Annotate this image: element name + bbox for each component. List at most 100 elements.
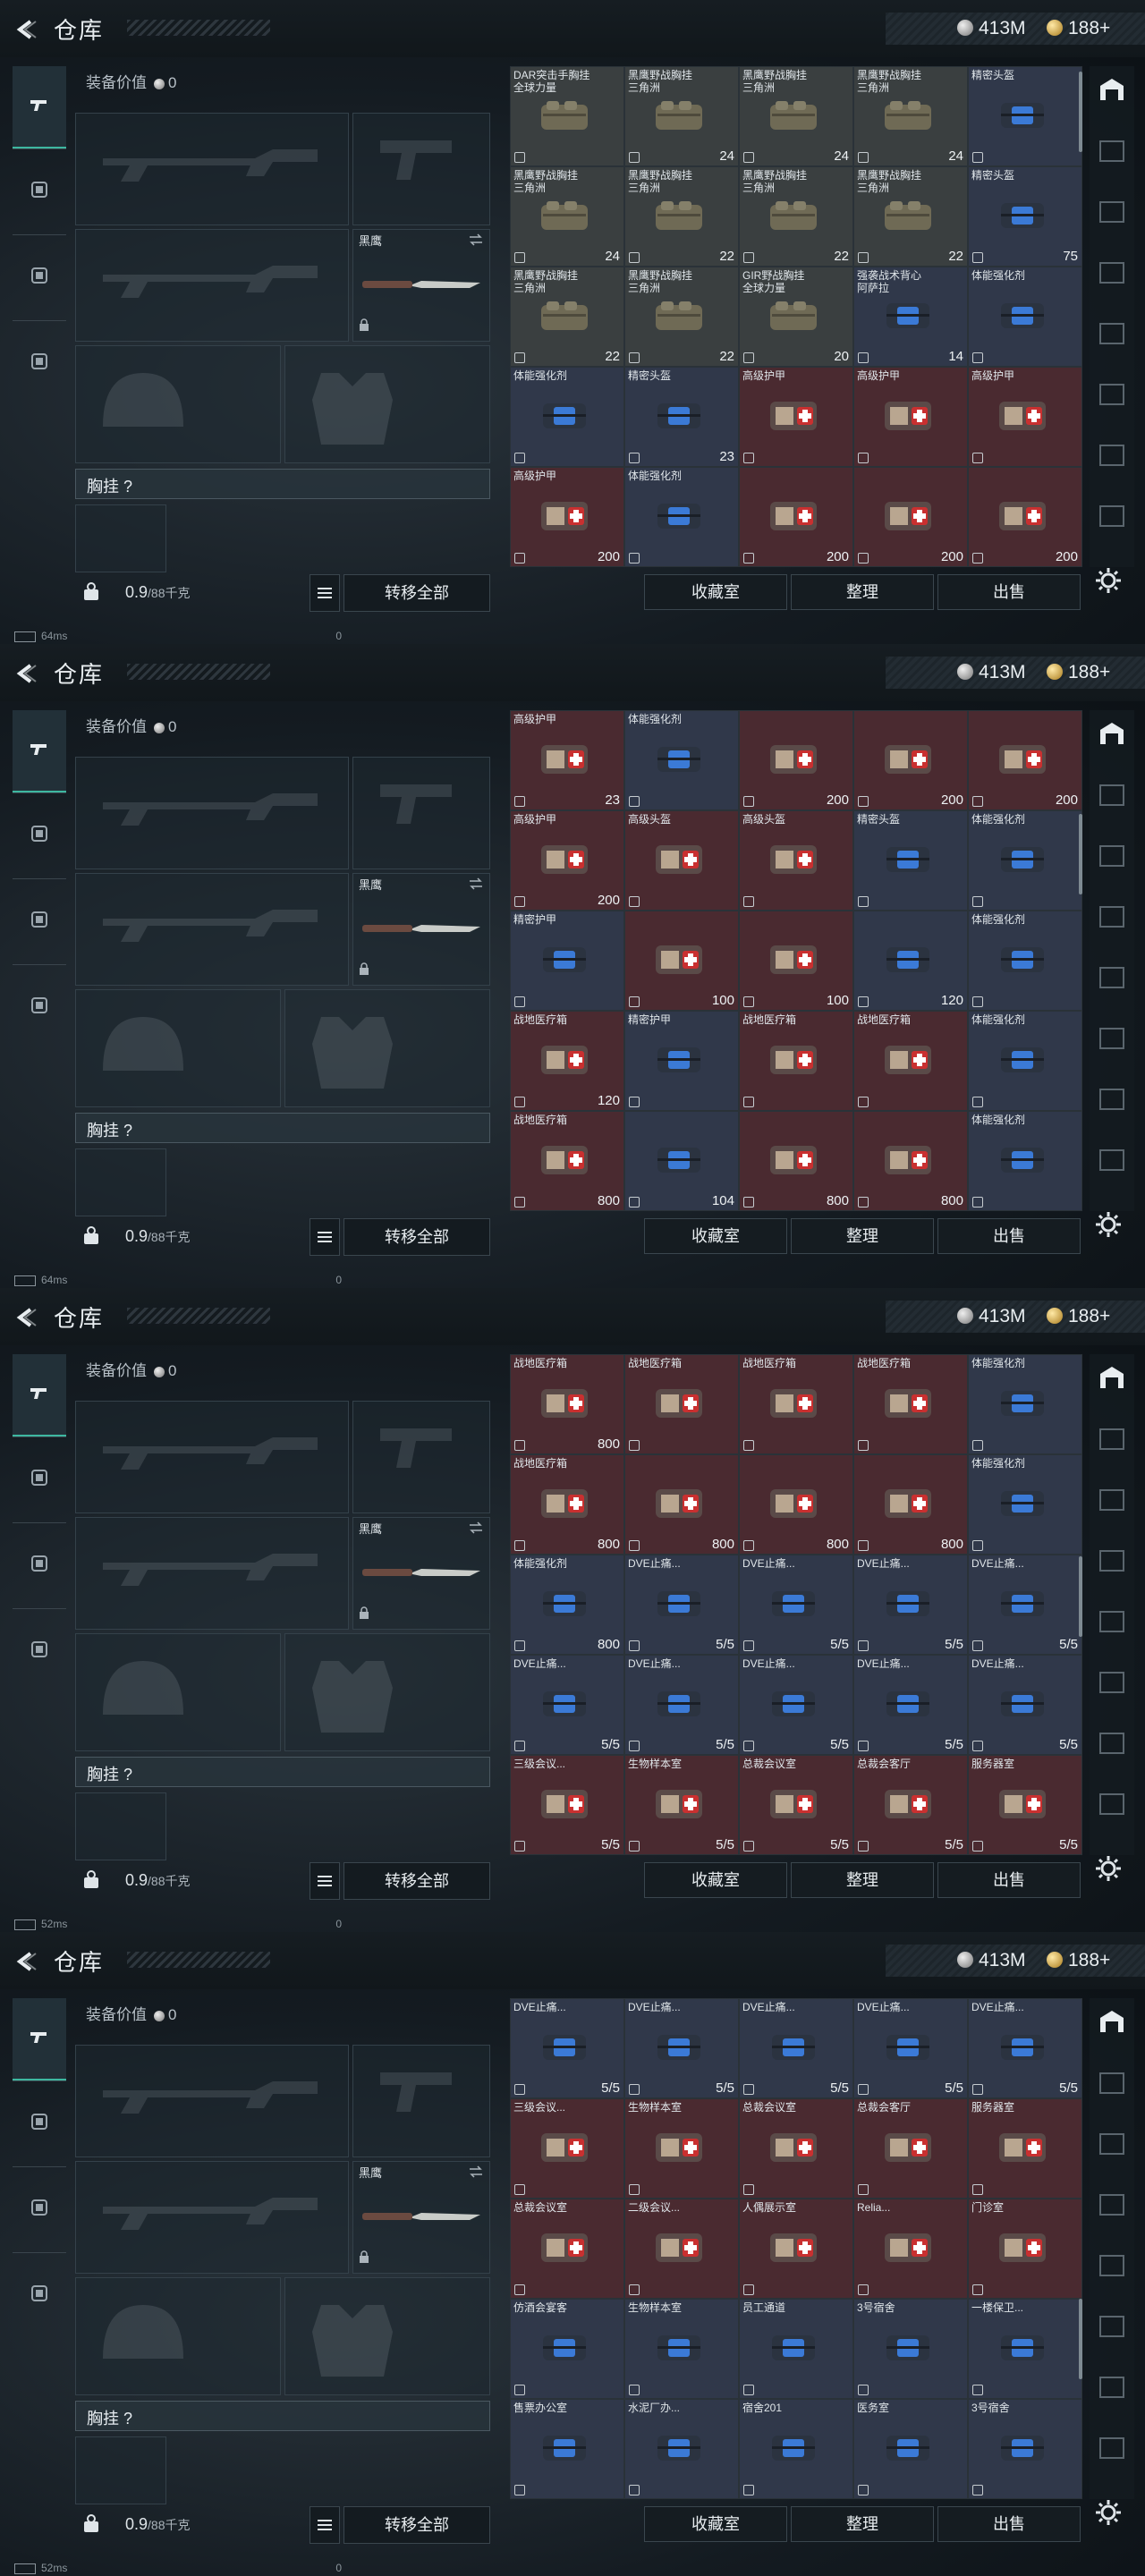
list-view-button[interactable] <box>310 1862 340 1900</box>
stash-item[interactable]: 高级护甲 <box>968 367 1082 467</box>
stash-item[interactable]: DAR突击手胸挂 全球力量 <box>510 66 624 166</box>
settings-gear-icon[interactable] <box>1093 565 1124 596</box>
stash-item[interactable]: 总裁会议室 5/5 <box>739 1755 853 1855</box>
stash-item[interactable]: 100 <box>739 911 853 1011</box>
stash-item[interactable]: 门诊室 <box>968 2199 1082 2299</box>
stash-item[interactable]: 战地医疗箱 120 <box>510 1011 624 1111</box>
stash-item[interactable]: 仿酒会宴客 <box>510 2299 624 2399</box>
stash-item[interactable]: 总裁会议室 <box>739 2098 853 2199</box>
sell-button[interactable]: 出售 <box>937 574 1081 610</box>
stash-item[interactable]: 黑鹰野战胸挂 三角洲 24 <box>624 66 739 166</box>
stash-item[interactable]: 一楼保卫... <box>968 2299 1082 2399</box>
collection-room-button[interactable]: 收藏室 <box>644 1862 787 1898</box>
stash-item[interactable]: DVE止痛... 5/5 <box>739 1555 853 1655</box>
nav-tab-backpack[interactable] <box>13 2256 66 2336</box>
sort-button[interactable]: 整理 <box>791 2506 934 2542</box>
storage-page-tab[interactable] <box>1095 438 1129 472</box>
helmet-slot[interactable] <box>75 989 281 1107</box>
stash-item[interactable]: 800 <box>739 1454 853 1555</box>
chest-rig-slot[interactable]: 胸挂 ? <box>75 1757 490 1787</box>
stash-scrollbar[interactable] <box>1079 1556 1082 1637</box>
storage-page-tab[interactable] <box>1095 377 1129 411</box>
stash-item[interactable]: 黑鹰野战胸挂 三角洲 22 <box>624 166 739 267</box>
stash-item[interactable]: 体能强化剂 <box>510 367 624 467</box>
stash-item[interactable]: DVE止痛... 5/5 <box>624 1655 739 1755</box>
storage-page-tab[interactable] <box>1095 256 1129 290</box>
primary-weapon-slot[interactable] <box>75 2045 349 2157</box>
stash-item[interactable]: 黑鹰野战胸挂 三角洲 24 <box>853 66 968 166</box>
storage-page-tab[interactable] <box>1095 1021 1129 1055</box>
collection-room-button[interactable]: 收藏室 <box>644 2506 787 2542</box>
melee-slot[interactable]: 黑鹰 <box>352 229 490 342</box>
melee-slot[interactable]: 黑鹰 <box>352 873 490 986</box>
stash-item[interactable]: 精密护甲 <box>510 911 624 1011</box>
storage-page-tab[interactable] <box>1095 2188 1129 2222</box>
stash-item[interactable]: 员工通道 <box>739 2299 853 2399</box>
storage-page-tab[interactable] <box>1095 73 1129 107</box>
stash-item[interactable]: 总裁会客厅 5/5 <box>853 1755 968 1855</box>
storage-page-tab[interactable] <box>1095 1787 1129 1821</box>
stash-item[interactable]: 体能强化剂 <box>624 467 739 567</box>
stash-item[interactable]: 104 <box>624 1111 739 1211</box>
nav-tab-gun[interactable] <box>13 710 66 793</box>
nav-tab-vest[interactable] <box>13 1526 66 1606</box>
storage-page-tab[interactable] <box>1095 195 1129 229</box>
stash-item[interactable]: 200 <box>739 710 853 810</box>
storage-page-tab[interactable] <box>1095 134 1129 168</box>
stash-item[interactable]: DVE止痛... 5/5 <box>968 1655 1082 1755</box>
stash-item[interactable]: 生物样本室 5/5 <box>624 1755 739 1855</box>
backpack-slot[interactable] <box>75 2436 166 2504</box>
stash-item[interactable]: 宿舍201 <box>739 2399 853 2499</box>
stash-item[interactable]: 800 <box>853 1454 968 1555</box>
stash-scrollbar[interactable] <box>1079 72 1082 152</box>
storage-page-tab[interactable] <box>1095 778 1129 812</box>
settings-gear-icon[interactable] <box>1093 1209 1124 1240</box>
nav-tab-backpack[interactable] <box>13 324 66 404</box>
storage-page-tab[interactable] <box>1095 2370 1129 2404</box>
stash-item[interactable]: 高级护甲 200 <box>510 810 624 911</box>
stash-item[interactable]: 三级会议... <box>510 2098 624 2199</box>
pistol-slot[interactable] <box>352 757 490 869</box>
nav-tab-gun[interactable] <box>13 1354 66 1437</box>
pistol-slot[interactable] <box>352 1401 490 1513</box>
stash-item[interactable]: DVE止痛... 5/5 <box>624 1555 739 1655</box>
stash-scrollbar[interactable] <box>1079 2299 1082 2379</box>
list-view-button[interactable] <box>310 1218 340 1256</box>
stash-item[interactable]: DVE止痛... 5/5 <box>510 1998 624 2098</box>
storage-page-tab[interactable] <box>1095 1143 1129 1177</box>
stash-item[interactable]: DVE止痛... 5/5 <box>510 1655 624 1755</box>
sell-button[interactable]: 出售 <box>937 2506 1081 2542</box>
primary-weapon-slot[interactable] <box>75 113 349 225</box>
stash-item[interactable]: 黑鹰野战胸挂 三角洲 22 <box>624 267 739 367</box>
stash-item[interactable]: 生物样本室 <box>624 2299 739 2399</box>
stash-item[interactable]: 精密头盔 75 <box>968 166 1082 267</box>
stash-scrollbar[interactable] <box>1079 814 1082 894</box>
stash-item[interactable]: 120 <box>853 911 968 1011</box>
nav-tab-helmet[interactable] <box>13 1440 66 1521</box>
sell-button[interactable]: 出售 <box>937 1218 1081 1254</box>
armor-slot[interactable] <box>284 2277 490 2395</box>
stash-item[interactable]: 高级护甲 200 <box>510 467 624 567</box>
stash-item[interactable]: 体能强化剂 <box>968 1454 1082 1555</box>
stash-item[interactable]: 生物样本室 <box>624 2098 739 2199</box>
sort-button[interactable]: 整理 <box>791 1218 934 1254</box>
secondary-weapon-slot[interactable] <box>75 2161 349 2274</box>
nav-tab-vest[interactable] <box>13 882 66 962</box>
stash-item[interactable]: Relia... <box>853 2199 968 2299</box>
stash-item[interactable]: 200 <box>968 467 1082 567</box>
gold-currency[interactable]: 188+ <box>1047 1306 1110 1327</box>
stash-item[interactable]: 战地医疗箱 <box>739 1354 853 1454</box>
stash-item[interactable]: 战地医疗箱 <box>739 1011 853 1111</box>
storage-page-tab[interactable] <box>1095 317 1129 351</box>
stash-item[interactable]: DVE止痛... 5/5 <box>739 1998 853 2098</box>
backpack-slot[interactable] <box>75 1792 166 1860</box>
stash-item[interactable]: 高级护甲 <box>739 367 853 467</box>
back-arrow-icon[interactable] <box>13 1948 39 1975</box>
stash-item[interactable]: DVE止痛... 5/5 <box>853 1555 968 1655</box>
nav-tab-backpack[interactable] <box>13 1612 66 1692</box>
stash-item[interactable]: 售票办公室 <box>510 2399 624 2499</box>
secondary-weapon-slot[interactable] <box>75 229 349 342</box>
stash-item[interactable]: 800 <box>624 1454 739 1555</box>
stash-item[interactable]: 体能强化剂 <box>968 267 1082 367</box>
stash-item[interactable]: 战地医疗箱 <box>853 1011 968 1111</box>
